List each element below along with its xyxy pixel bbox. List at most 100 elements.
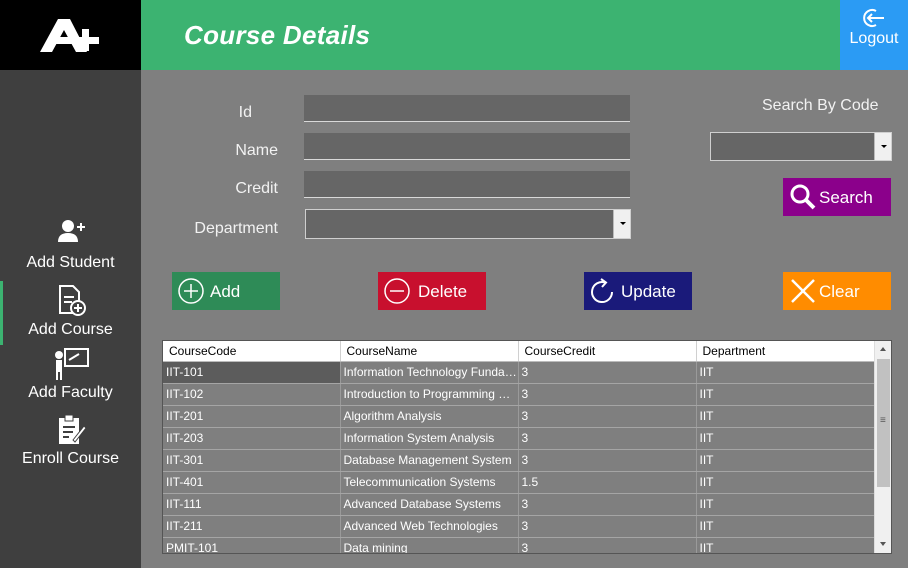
id-field[interactable] [304,95,630,122]
chevron-down-icon[interactable] [874,133,891,160]
table-cell[interactable]: IIT [696,471,876,494]
table-cell[interactable]: 3 [518,405,697,428]
table-cell[interactable]: Data mining [340,537,519,553]
table-cell[interactable]: 3 [518,493,697,516]
table-row[interactable]: IIT-203 Information System Analysis 3 II… [163,427,876,450]
table-cell[interactable]: 3 [518,449,697,472]
table-cell[interactable]: 3 [518,427,697,450]
search-button-label: Search [819,188,873,207]
table-cell[interactable]: 3 [518,537,697,553]
sidebar-item-label: Enroll Course [22,450,119,467]
scroll-thumb[interactable] [877,359,890,487]
search-code-dropdown[interactable] [710,132,892,161]
table-cell[interactable]: IIT-211 [163,515,341,538]
table-row[interactable]: IIT-101 Information Technology Fundame..… [163,361,876,384]
table-cell[interactable]: IIT [696,449,876,472]
table-row[interactable]: IIT-301 Database Management System 3 IIT [163,449,876,472]
table-row[interactable]: IIT-401 Telecommunication Systems 1.5 II… [163,471,876,494]
table-cell[interactable]: Advanced Web Technologies [340,515,519,538]
table-cell[interactable]: Information System Analysis [340,427,519,450]
close-icon [791,279,815,303]
search-by-code-label: Search By Code [762,97,879,114]
table-cell[interactable]: IIT [696,427,876,450]
table-cell[interactable]: Advanced Database Systems [340,493,519,516]
table-cell[interactable]: Telecommunication Systems [340,471,519,494]
sidebar-item-add-course[interactable]: Add Course [0,281,141,349]
table-cell[interactable]: IIT-111 [163,493,341,516]
teacher-board-icon [54,348,89,380]
column-header[interactable]: Department [696,341,876,362]
table-cell[interactable]: IIT-102 [163,383,341,406]
logout-button[interactable]: Logout [840,0,908,70]
refresh-icon [591,278,614,304]
sidebar-item-add-student[interactable]: Add Student [0,218,141,282]
table-header-row: CourseCode CourseName CourseCredit Depar… [163,341,876,362]
add-button-label: Add [210,282,241,301]
column-header[interactable]: CourseCredit [518,341,697,362]
table-cell[interactable]: Introduction to Programming Envir... [340,383,519,406]
table-cell[interactable]: 3 [518,361,697,384]
table-row[interactable]: IIT-102 Introduction to Programming Envi… [163,383,876,406]
table-cell[interactable]: IIT-401 [163,471,341,494]
id-label: Id [238,104,252,121]
course-table[interactable]: CourseCode CourseName CourseCredit Depar… [162,340,892,554]
remove-circle-icon [384,278,410,304]
search-icon [790,184,816,210]
document-plus-icon [58,285,86,316]
table-cell[interactable]: 3 [518,515,697,538]
credit-field[interactable] [304,171,630,198]
table-cell[interactable]: 1.5 [518,471,697,494]
table-cell[interactable]: IIT [696,493,876,516]
main-panel: Id Name Credit Department Search By Code… [141,70,908,568]
name-label: Name [235,142,278,159]
app-logo [0,0,141,70]
department-label: Department [194,220,278,237]
table-cell[interactable]: IIT [696,361,876,384]
header-bar: Course Details [141,0,840,70]
delete-button[interactable]: Delete [378,272,486,310]
scroll-up-icon[interactable] [875,341,891,358]
column-header[interactable]: CourseCode [163,341,341,362]
table-row[interactable]: IIT-211 Advanced Web Technologies 3 IIT [163,515,876,538]
table-cell[interactable]: IIT [696,515,876,538]
table-cell[interactable]: IIT-101 [163,361,341,384]
sidebar-item-label: Add Course [28,321,113,338]
search-button[interactable]: Search [783,178,891,216]
sidebar-item-add-faculty[interactable]: Add Faculty [0,348,141,412]
table-cell[interactable]: IIT-301 [163,449,341,472]
table-cell[interactable]: IIT [696,383,876,406]
logo-icon [40,19,99,52]
add-circle-icon [178,278,204,304]
table-cell[interactable]: IIT [696,537,876,553]
table-row[interactable]: IIT-201 Algorithm Analysis 3 IIT [163,405,876,428]
table-cell[interactable]: Algorithm Analysis [340,405,519,428]
logout-label: Logout [849,30,899,47]
credit-label: Credit [235,180,278,197]
table-row[interactable]: IIT-111 Advanced Database Systems 3 IIT [163,493,876,516]
add-button[interactable]: Add [172,272,280,310]
table-cell[interactable]: Database Management System [340,449,519,472]
clear-button[interactable]: Clear [783,272,891,310]
column-header[interactable]: CourseName [340,341,519,362]
chevron-down-icon[interactable] [613,210,630,238]
update-button-label: Update [621,282,676,301]
clipboard-edit-icon [58,414,87,444]
table-cell[interactable]: IIT-203 [163,427,341,450]
table-cell[interactable]: 3 [518,383,697,406]
table-row[interactable]: PMIT-101 Data mining 3 IIT [163,537,876,553]
table-cell[interactable]: IIT-201 [163,405,341,428]
sidebar-item-label: Add Faculty [28,384,113,401]
department-dropdown[interactable] [305,209,631,239]
table-cell[interactable]: PMIT-101 [163,537,341,553]
table-cell[interactable]: IIT [696,405,876,428]
delete-button-label: Delete [418,282,468,301]
update-button[interactable]: Update [584,272,692,310]
table-cell[interactable]: Information Technology Fundame... [340,361,519,384]
sidebar-item-label: Add Student [26,254,115,271]
name-field[interactable] [304,133,630,160]
clear-button-label: Clear [819,282,860,301]
sidebar-item-enroll-course[interactable]: Enroll Course [0,414,141,478]
table-scrollbar[interactable] [874,341,891,553]
user-plus-icon [57,220,85,242]
scroll-down-icon[interactable] [875,536,891,553]
